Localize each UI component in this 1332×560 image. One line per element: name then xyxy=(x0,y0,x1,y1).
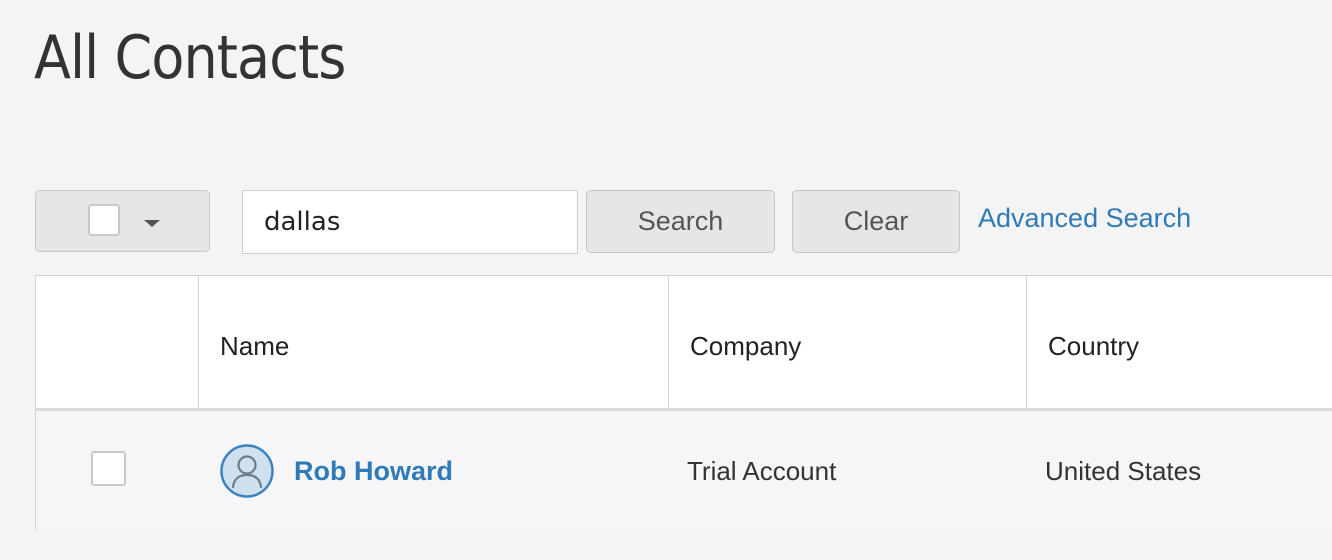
row-checkbox[interactable] xyxy=(91,451,126,486)
contact-name-link[interactable]: Rob Howard xyxy=(294,456,453,487)
company-cell: Trial Account xyxy=(687,456,837,486)
column-header-name[interactable]: Name xyxy=(198,276,668,408)
column-header-select xyxy=(36,276,198,408)
contacts-table: Name Company Country Rob Howard Trial Ac… xyxy=(35,275,1332,531)
table-row: Rob Howard Trial Account United States xyxy=(36,411,1332,531)
page-title: All Contacts xyxy=(34,23,346,93)
table-header: Name Company Country xyxy=(36,276,1332,411)
bulk-select-dropdown[interactable] xyxy=(35,190,210,252)
chevron-down-icon[interactable] xyxy=(144,220,160,227)
select-all-checkbox[interactable] xyxy=(88,204,120,236)
advanced-search-link[interactable]: Advanced Search xyxy=(978,203,1191,234)
country-cell: United States xyxy=(1045,456,1202,486)
clear-button[interactable]: Clear xyxy=(792,190,960,253)
search-button[interactable]: Search xyxy=(586,190,775,253)
search-input[interactable] xyxy=(242,190,578,254)
column-header-country[interactable]: Country xyxy=(1026,276,1332,408)
user-avatar-icon xyxy=(220,444,274,498)
column-header-company[interactable]: Company xyxy=(668,276,1026,408)
